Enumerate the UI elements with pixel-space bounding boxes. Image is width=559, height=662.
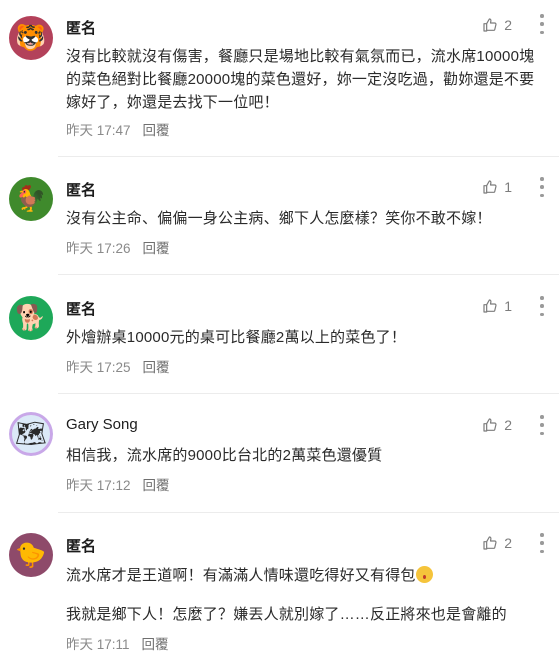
comment-text-second-line: 我就是鄉下人！怎麼了？嫌丟人就別嫁了……反正將來也是會離的 (66, 606, 507, 623)
more-options-icon[interactable] (539, 415, 545, 435)
avatar-chick-icon[interactable]: 🐤 (9, 533, 53, 577)
like-button[interactable]: 2 (482, 17, 512, 33)
more-options-icon[interactable] (539, 177, 545, 197)
divider (58, 274, 559, 275)
like-button[interactable]: 1 (482, 298, 512, 314)
whistling-face-icon (415, 566, 433, 583)
like-count: 2 (504, 17, 512, 33)
divider (58, 156, 559, 157)
author-name[interactable]: 匿名 (66, 535, 96, 556)
reply-button[interactable]: 回覆 (143, 474, 170, 494)
more-options-icon[interactable] (539, 14, 545, 34)
author-name[interactable]: 匿名 (66, 17, 96, 38)
thumbs-up-icon (483, 18, 497, 32)
more-options-icon[interactable] (539, 296, 545, 316)
avatar-rooster-icon[interactable]: 🐓 (9, 177, 53, 221)
like-count: 2 (504, 417, 512, 433)
comment-text: 沒有比較就沒有傷害，餐廳只是場地比較有氣氛而已，流水席10000塊的菜色絕對比餐… (66, 48, 535, 111)
like-button[interactable]: 2 (482, 417, 512, 433)
comment-text: 流水席才是王道啊！有滿滿人情味還吃得好又有得包 (66, 564, 536, 587)
thumbs-up-icon (483, 180, 497, 194)
avatar-taiwan-map-icon[interactable]: 🗺 (9, 412, 53, 456)
comment-meta: 昨天 17:11 回覆 (66, 633, 169, 653)
like-count: 1 (504, 179, 512, 195)
reply-button[interactable]: 回覆 (143, 237, 170, 257)
comment-text: 相信我，流水席的9000比台北的2萬菜色還優質 (66, 447, 383, 464)
comment-text: 沒有公主命、偏偏一身公主病、鄉下人怎麼樣？笑你不敢不嫁！ (66, 210, 492, 227)
timestamp: 昨天 17:25 (66, 360, 131, 375)
like-button[interactable]: 1 (482, 179, 512, 195)
author-name[interactable]: Gary Song (66, 416, 138, 433)
comment-list: 🐯 匿名 2 沒有比較就沒有傷害，餐廳只是場地比較有氣氛而已，流水席10000塊… (0, 0, 559, 662)
like-count: 2 (504, 535, 512, 551)
author-name[interactable]: 匿名 (66, 179, 96, 200)
divider (58, 512, 559, 513)
avatar-dog-icon[interactable]: 🐕 (9, 296, 53, 340)
thumbs-up-icon (483, 299, 497, 313)
comment-text: 外燴辦桌10000元的桌可比餐廳2萬以上的菜色了！ (66, 329, 407, 346)
more-options-icon[interactable] (539, 533, 545, 553)
comment-meta: 昨天 17:12 回覆 (66, 474, 170, 494)
comment-meta: 昨天 17:47 回覆 (66, 119, 170, 139)
thumbs-up-icon (483, 418, 497, 432)
timestamp: 昨天 17:47 (66, 123, 131, 138)
reply-button[interactable]: 回覆 (143, 356, 170, 376)
like-count: 1 (504, 298, 512, 314)
divider (58, 393, 559, 394)
thumbs-up-icon (483, 536, 497, 550)
avatar-tiger-icon[interactable]: 🐯 (9, 16, 53, 60)
timestamp: 昨天 17:26 (66, 241, 131, 256)
reply-button[interactable]: 回覆 (143, 119, 170, 139)
timestamp: 昨天 17:11 (66, 637, 130, 652)
timestamp: 昨天 17:12 (66, 478, 131, 493)
like-button[interactable]: 2 (482, 535, 512, 551)
reply-button[interactable]: 回覆 (142, 633, 169, 653)
comment-meta: 昨天 17:25 回覆 (66, 356, 170, 376)
author-name[interactable]: 匿名 (66, 298, 96, 319)
comment-meta: 昨天 17:26 回覆 (66, 237, 170, 257)
